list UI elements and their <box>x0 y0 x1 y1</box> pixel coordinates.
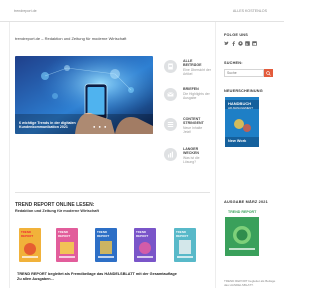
rubric-subtitle: Neue Inhalte Jetzt! <box>183 126 203 134</box>
new-release-heading: NEUERSCHEINUNG <box>224 89 263 93</box>
search-icon <box>266 70 271 76</box>
rubric-title: CONTENT STRINGENT <box>183 117 204 126</box>
issue-cover[interactable]: TREND REPORT <box>225 208 259 256</box>
issue-heading: AUSGABE MÄRZ 2021 <box>224 200 268 204</box>
twitter-icon[interactable] <box>224 41 229 46</box>
magazine-cover[interactable]: TREND REPORT <box>56 228 78 262</box>
content-frame-left <box>9 22 10 288</box>
section-subheading: Redaktion und Zeitung für moderne Wirtsc… <box>15 209 99 213</box>
rubric-subtitle: Was ist die Lösung? <box>183 156 200 164</box>
rubric-item[interactable]: BRIEFEN Die Highlights der Ausgabe <box>164 86 210 110</box>
search-button[interactable] <box>264 69 273 77</box>
rubric-item[interactable]: CONTENT STRINGENT Neue Inhalte Jetzt! <box>164 116 210 140</box>
top-right-link[interactable]: ALLES KOSTENLOS <box>233 9 267 13</box>
magazine-cover[interactable]: TREND REPORT <box>134 228 156 262</box>
rubric-subtitle: Eine Übersicht der Artikel <box>183 68 211 76</box>
book-footer: New Work <box>228 139 247 143</box>
book-cover-hr[interactable]: HANDBUCH HR-MANAGEMENT New Work <box>225 97 259 147</box>
all-issues-link[interactable]: Zu allen Ausgaben... <box>17 277 177 282</box>
rubric-item[interactable]: ALLE BEITRÄGE Eine Übersicht der Artikel <box>164 58 211 82</box>
magazine-cover[interactable]: TREND REPORT <box>19 228 41 262</box>
section-divider <box>15 192 210 193</box>
linkedin-icon[interactable] <box>252 41 257 46</box>
magazine-cover[interactable]: TREND REPORT <box>174 228 196 262</box>
follow-heading: FOLGE UNS <box>224 33 248 37</box>
article-title[interactable]: TREND REPORT begleitet als Fremdbeilage … <box>17 272 177 282</box>
hero-slider[interactable]: 6 wichtige Trends in der digitalen Kunde… <box>15 56 153 134</box>
rubric-title: LANGER WECKEN <box>183 147 199 156</box>
rubric-item[interactable]: LANGER WECKEN Was ist die Lösung? <box>164 146 210 170</box>
article-title-text: TREND REPORT begleitet als Fremdbeilage … <box>17 272 177 276</box>
rss-icon[interactable] <box>245 41 250 46</box>
list-icon <box>164 118 177 131</box>
rubric-subtitle: Die Highlights der Ausgabe <box>183 92 210 100</box>
bars-icon <box>164 148 177 161</box>
document-icon <box>164 60 177 73</box>
content-frame-divider <box>215 22 216 288</box>
mail-icon <box>164 88 177 101</box>
site-name[interactable]: trendreport.de <box>14 9 37 13</box>
sidebar-note: TREND REPORT begleitet als Beilage das H… <box>224 279 276 287</box>
top-bar: trendreport.de ALLES KOSTENLOS <box>0 0 284 22</box>
rubric-title: ALLE BEITRÄGE <box>183 59 202 68</box>
section-heading: TREND REPORT ONLINE LESEN: <box>15 202 95 208</box>
magazine-cover[interactable]: TREND REPORT <box>95 228 117 262</box>
site-tagline: trendreport.de – Redaktion und Zeitung f… <box>15 36 127 41</box>
facebook-icon[interactable] <box>231 41 236 46</box>
rubric-title: BRIEFEN <box>183 87 199 91</box>
search-heading: SUCHEN: <box>224 61 243 65</box>
search-input[interactable] <box>224 69 264 77</box>
issue-cover-art <box>225 208 259 256</box>
pinterest-icon[interactable] <box>238 41 243 46</box>
book-title: HR-MANAGEMENT <box>228 106 254 110</box>
slider-dots[interactable]: ● ● ● <box>93 124 107 129</box>
issue-title: TREND REPORT <box>228 210 257 214</box>
